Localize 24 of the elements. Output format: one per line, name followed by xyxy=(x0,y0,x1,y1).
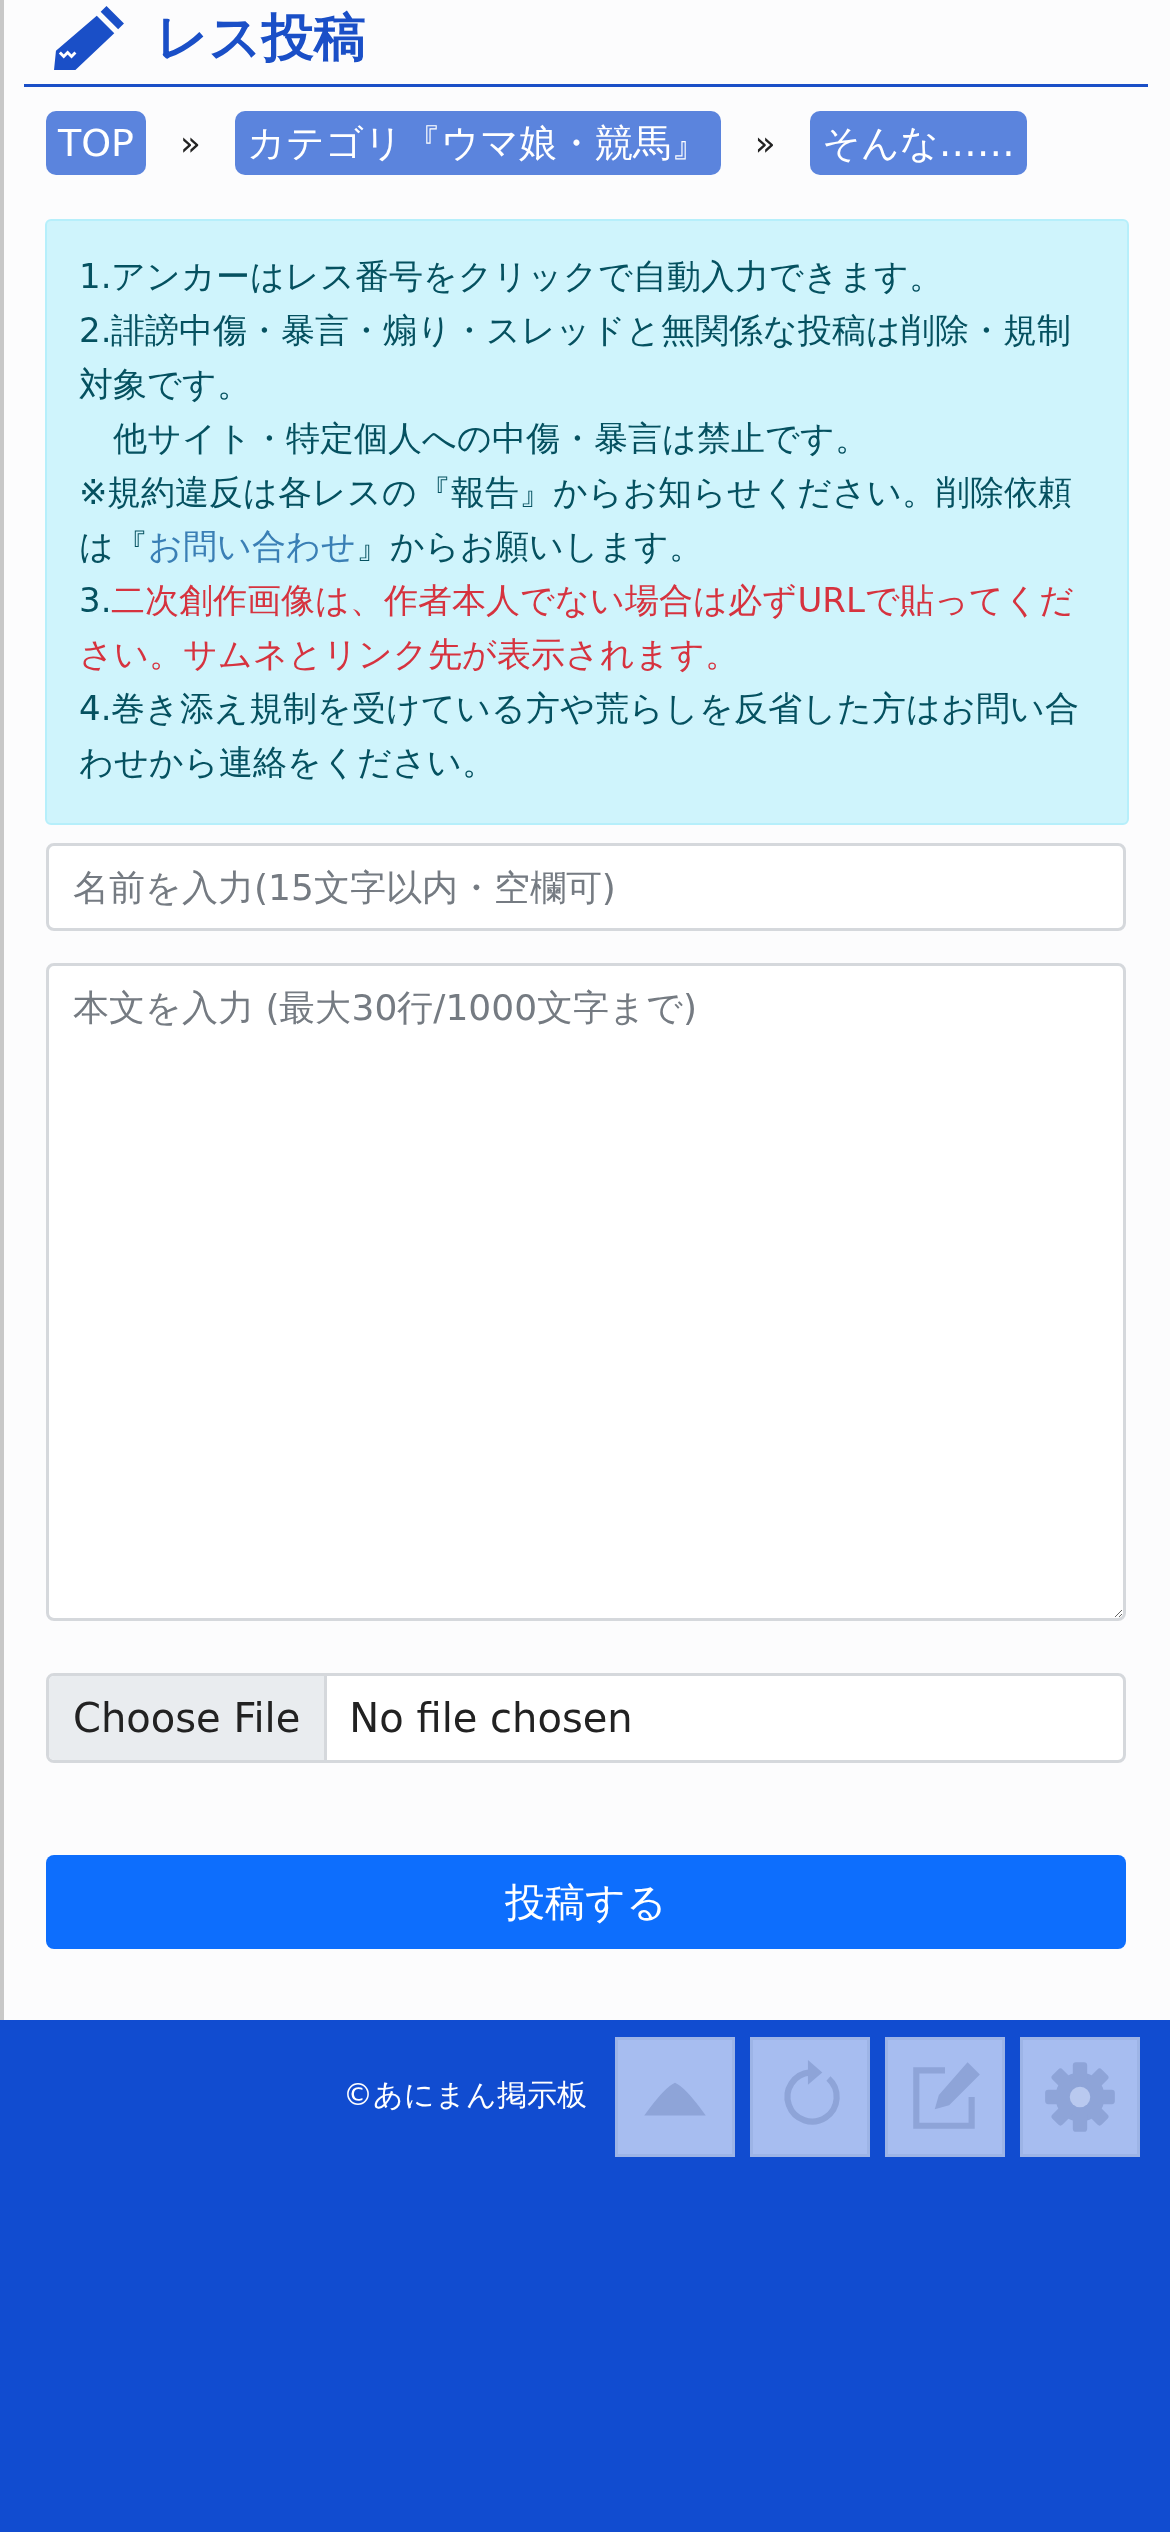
breadcrumb-separator: » xyxy=(180,123,201,163)
contact-link[interactable]: お問い合わせ xyxy=(148,526,356,566)
notice-text: 3.二次創作画像は、作者本人でない場合は必ずURLで貼ってください。サムネとリンク先が表示されます。 xyxy=(79,579,1075,676)
breadcrumb-link[interactable]: TOP xyxy=(46,111,147,175)
breadcrumb-separator: » xyxy=(754,123,776,163)
name-field[interactable]: 名前を入力(15文字以内・空欄可) xyxy=(46,843,1126,931)
notice-text: 他サイト・特定個人への中傷・暴言は禁止です。 xyxy=(112,417,870,460)
settings-button[interactable] xyxy=(1020,2037,1140,2157)
notice-text: 4.巻き添え規制を受けている方や荒らしを反省した方はお問い合わせから連絡をください。 xyxy=(79,687,1081,784)
notice-text: ※規約違反は各レスの『報告』からお知らせください。削除依頼は『お問い合わせ』からお願いします。 xyxy=(79,471,1074,568)
choose-file-button[interactable]: Choose File xyxy=(49,1676,328,1760)
file-status: No file chosen xyxy=(348,1694,634,1743)
notice-text: 1.アンカーはレス番号をクリックで自動入力できます。 xyxy=(79,255,945,298)
up-button[interactable] xyxy=(615,2037,735,2157)
breadcrumb-link[interactable]: カテゴリ『ウマ娘・競馬』 xyxy=(234,111,721,175)
page-title: レス投稿 xyxy=(156,6,366,69)
copyright-text: ©あにまん掲示板 xyxy=(343,2076,587,2114)
file-field[interactable]: Choose File No file chosen xyxy=(46,1673,1126,1763)
body-field[interactable]: 本文を入力 (最大30行/1000文字まで) xyxy=(46,963,1126,1621)
reload-button[interactable] xyxy=(750,2037,870,2157)
submit-button[interactable]: 投稿する xyxy=(46,1855,1126,1949)
breadcrumb-link[interactable]: そんな…… xyxy=(809,111,1027,175)
notice-text: 2.誹謗中傷・暴言・煽り・スレッドと無関係な投稿は削除・規制対象です。 xyxy=(79,309,1073,406)
compose-button[interactable] xyxy=(885,2037,1005,2157)
